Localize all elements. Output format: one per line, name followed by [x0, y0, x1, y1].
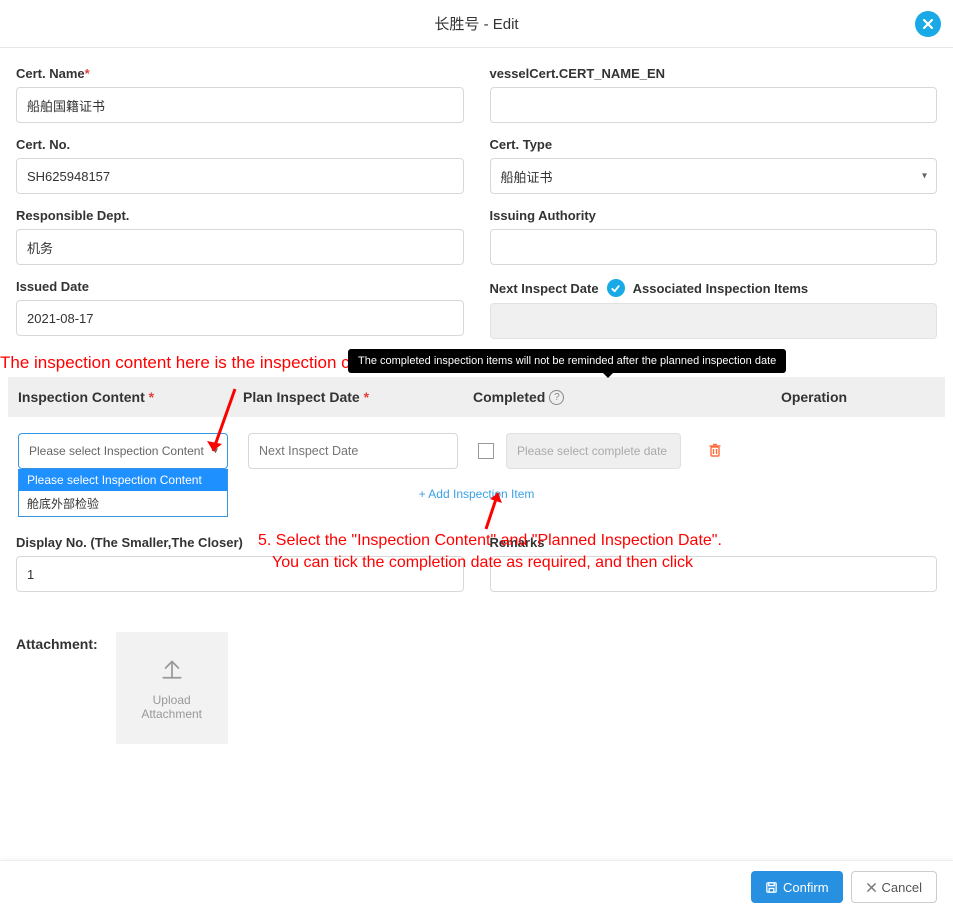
resp-dept-label: Responsible Dept.	[16, 208, 464, 223]
modal-header: 长胜号 - Edit	[0, 0, 953, 48]
confirm-button[interactable]: Confirm	[751, 871, 843, 903]
cert-name-input[interactable]	[16, 87, 464, 123]
attachment-label: Attachment:	[16, 636, 98, 652]
issued-date-input[interactable]	[16, 300, 464, 336]
issuing-auth-label: Issuing Authority	[490, 208, 938, 223]
inspection-content-dropdown: Please select Inspection Content 舱底外部检验	[18, 469, 228, 517]
save-icon	[765, 881, 778, 894]
completed-checkbox[interactable]	[478, 443, 494, 459]
cancel-icon	[866, 882, 877, 893]
dropdown-option-placeholder[interactable]: Please select Inspection Content	[19, 469, 227, 491]
inspection-content-select[interactable]	[18, 433, 228, 469]
upload-icon	[159, 655, 185, 681]
annotation-arrow-1	[205, 385, 239, 459]
plan-inspect-date-input[interactable]	[248, 433, 458, 469]
issuing-auth-input[interactable]	[490, 229, 938, 265]
inspection-table-header: The completed inspection items will not …	[8, 377, 945, 417]
dropdown-option-1[interactable]: 舱底外部检验	[19, 491, 227, 516]
annotation-step5: 5. Select the "Inspection Content" and "…	[258, 530, 722, 575]
assoc-items-label: Associated Inspection Items	[633, 281, 809, 296]
modal-title: 长胜号 - Edit	[434, 13, 518, 34]
cert-name-label: Cert. Name*	[16, 66, 464, 81]
assoc-check-icon[interactable]	[607, 279, 625, 297]
modal-footer: Confirm Cancel	[0, 860, 953, 913]
cancel-button[interactable]: Cancel	[851, 871, 937, 903]
col-plan-inspect-date: Plan Inspect Date *	[243, 389, 473, 405]
delete-row-button[interactable]	[707, 442, 723, 461]
col-completed: Completed?	[473, 389, 693, 405]
cert-no-input[interactable]	[16, 158, 464, 194]
completed-tooltip: The completed inspection items will not …	[348, 349, 786, 373]
close-icon	[921, 17, 935, 31]
help-icon[interactable]: ?	[549, 390, 564, 405]
cert-name-en-input[interactable]	[490, 87, 938, 123]
next-inspect-disabled	[490, 303, 938, 339]
next-inspect-label: Next Inspect Date	[490, 281, 599, 296]
close-button[interactable]	[915, 11, 941, 37]
resp-dept-input[interactable]	[16, 229, 464, 265]
cert-type-label: Cert. Type	[490, 137, 938, 152]
inspection-row: Please select Inspection Content 舱底外部检验 …	[8, 429, 945, 473]
upload-attachment-button[interactable]: UploadAttachment	[116, 632, 228, 744]
cert-no-label: Cert. No.	[16, 137, 464, 152]
col-operation: Operation	[693, 389, 935, 405]
cert-name-en-label: vesselCert.CERT_NAME_EN	[490, 66, 938, 81]
issued-date-label: Issued Date	[16, 279, 464, 294]
complete-date-disabled: Please select complete date	[506, 433, 681, 469]
trash-icon	[707, 442, 723, 458]
cert-type-select[interactable]	[490, 158, 938, 194]
annotation-arrow-2	[478, 485, 508, 533]
